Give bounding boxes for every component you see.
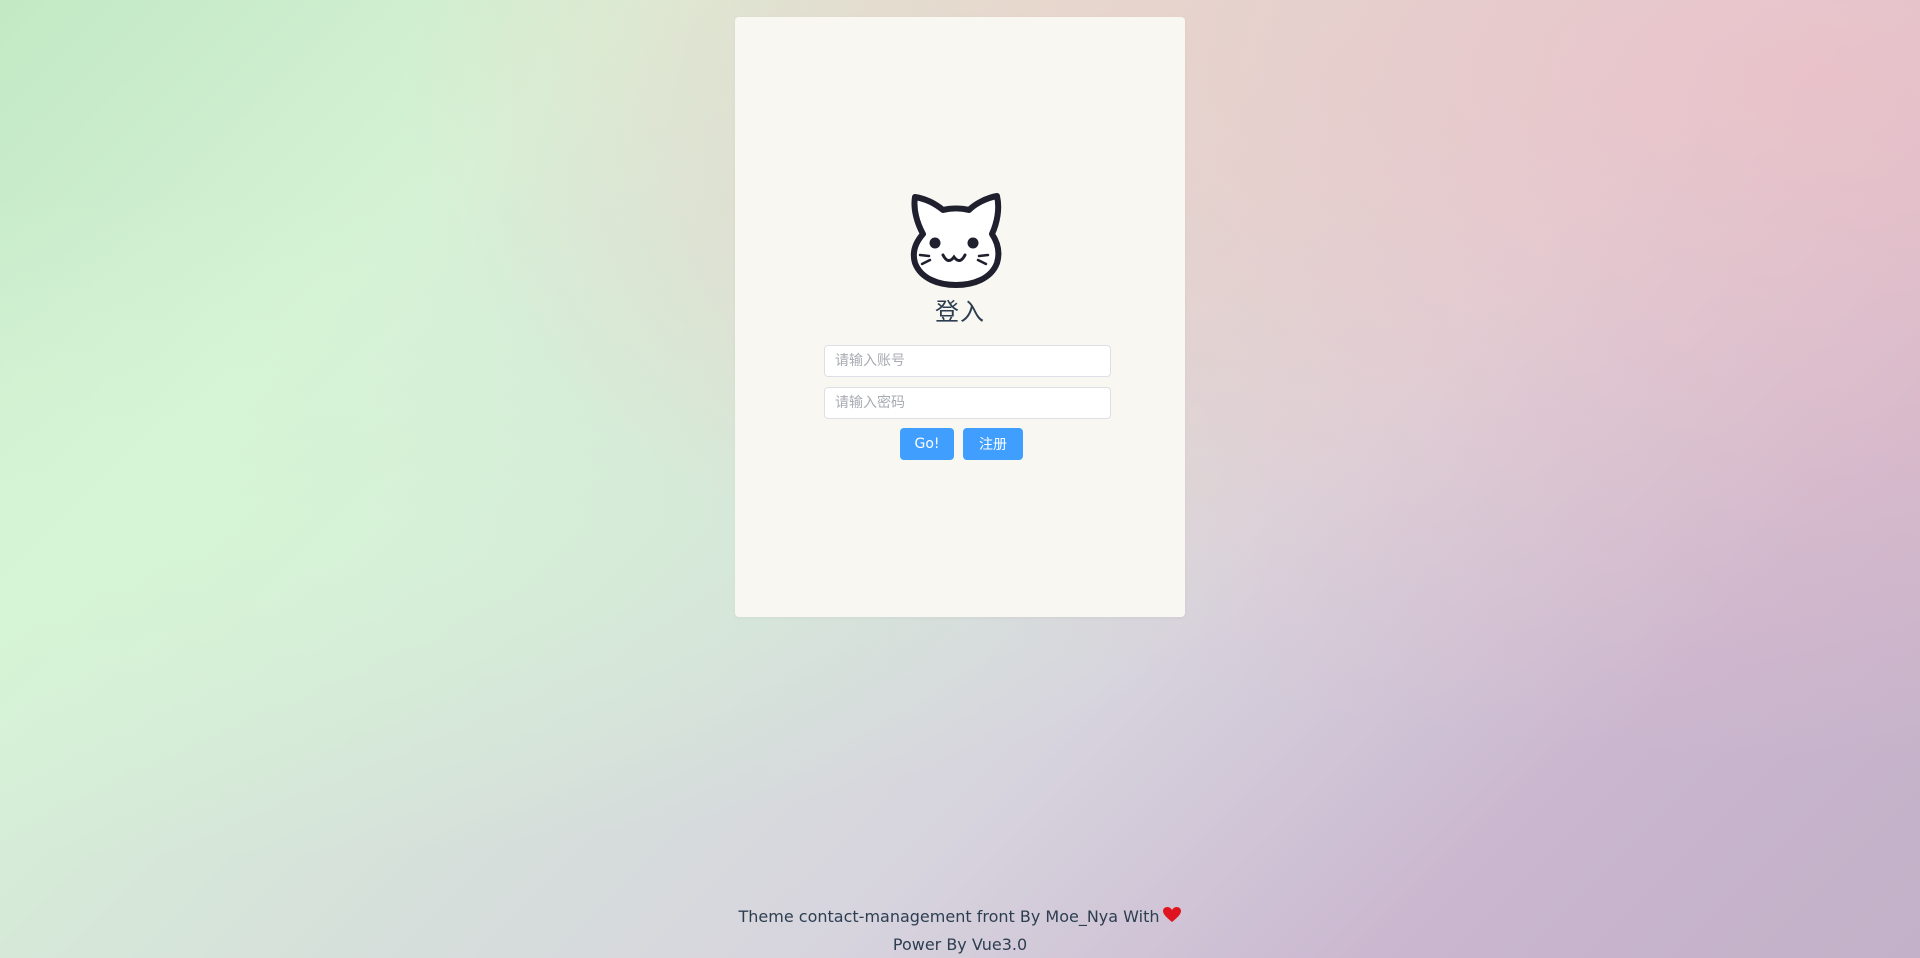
cat-face-icon — [910, 193, 1002, 288]
login-card: 登入 Go! 注册 — [735, 17, 1185, 617]
heart-icon — [1163, 907, 1182, 922]
footer-credit-text: Theme contact-management front By Moe_Ny… — [738, 907, 1160, 926]
page-title: 登入 — [935, 298, 985, 326]
footer-credit: Theme contact-management front By Moe_Ny… — [0, 907, 1920, 926]
go-button[interactable]: Go! — [900, 428, 954, 460]
footer-powered-by: Power By Vue3.0 — [892, 935, 1028, 954]
register-button[interactable]: 注册 — [963, 428, 1023, 460]
password-input[interactable] — [824, 387, 1111, 419]
account-input[interactable] — [824, 345, 1111, 377]
